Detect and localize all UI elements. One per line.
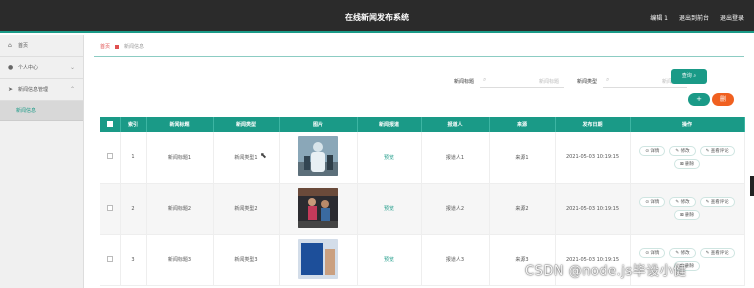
cell-type: 新闻类型1: [213, 132, 280, 184]
user-icon: ●: [8, 64, 14, 71]
scrollbar-marker[interactable]: [750, 176, 754, 196]
breadcrumb: 首页 新闻信息: [100, 43, 144, 50]
row-checkbox[interactable]: [100, 183, 121, 235]
chevron-up-icon: ⌃: [69, 86, 75, 93]
cell-ops: ⊙ 详情 ✎ 修改 ✎ 查看评论 ⊠ 删除: [630, 183, 745, 235]
select-all-checkbox[interactable]: [100, 117, 121, 132]
cell-image: [279, 132, 358, 184]
cell-ops: ⊙ 详情 ✎ 修改 ✎ 查看评论 ⊠ 删除: [630, 132, 745, 184]
mouse-cursor-icon: ⬉: [260, 151, 267, 160]
search-icon: ⌕: [606, 76, 610, 83]
sidebar-item-label: 首页: [18, 43, 29, 49]
column-header: 操作: [630, 117, 745, 132]
edit-button[interactable]: ✎ 修改: [669, 248, 696, 258]
row-checkbox[interactable]: [100, 132, 121, 184]
column-header: 来源: [489, 117, 556, 132]
cell-source: 来源2: [489, 183, 556, 235]
add-button[interactable]: +: [688, 93, 710, 106]
column-header: 新闻标题: [146, 117, 214, 132]
logout-link[interactable]: 退出登录: [720, 13, 744, 22]
breadcrumb-home[interactable]: 首页: [100, 43, 110, 50]
sidebar-item-news-manage[interactable]: ➤ 新闻信息管理 ⌃: [0, 79, 83, 101]
main-content: 首页 新闻信息 新闻标题 ⌕ 新闻标题 新闻类型 ⌕ 新闻类型 查询 ⌕ + 删…: [84, 35, 754, 288]
cell-title: 新闻标题2: [146, 183, 214, 235]
cell-reporter: 报道人2: [421, 183, 490, 235]
home-icon: ⌂: [8, 42, 12, 49]
cell-source: 来源1: [489, 132, 556, 184]
column-header: 发布日期: [555, 117, 631, 132]
title-search-input[interactable]: ⌕ 新闻标题: [480, 74, 565, 88]
app-title: 在线新闻发布系统: [345, 13, 409, 22]
sidebar-subitem-news[interactable]: 新闻信息: [0, 101, 83, 121]
edit-button[interactable]: ✎ 修改: [669, 197, 696, 207]
watermark: CSDN @node.js毕设小健: [525, 264, 687, 279]
sidebar-item-label: 个人中心: [18, 65, 39, 71]
front-link[interactable]: 退出到前台: [679, 13, 709, 22]
detail-button[interactable]: ⊙ 详情: [639, 145, 666, 156]
view-comments-button[interactable]: ✎ 查看评论: [699, 145, 735, 156]
cell-reporter: 报道人1: [421, 132, 490, 184]
table-header-row: 索引 新闻标题 新闻类型 图片 新闻报道 报道人 来源 发布日期 操作: [100, 117, 745, 132]
title-search-placeholder: 新闻标题: [539, 79, 560, 85]
sidebar-item-label: 新闻信息管理: [18, 87, 49, 93]
sidebar-item-home[interactable]: ⌂ 首页: [0, 35, 83, 57]
cell-image: [279, 234, 358, 286]
query-button[interactable]: 查询 ⌕: [671, 69, 707, 84]
detail-button[interactable]: ⊙ 详情: [639, 197, 666, 207]
cell-date: 2021-05-03 10:19:15: [555, 183, 631, 235]
table-row: 2 新闻标题2 新闻类型2 预览 报道人2 来源2 2021-05-03 10:…: [100, 183, 745, 235]
sidebar-item-profile[interactable]: ● 个人中心 ⌄: [0, 57, 83, 79]
breadcrumb-current: 新闻信息: [124, 44, 145, 50]
cell-index: 2: [120, 183, 147, 235]
chevron-down-icon: ⌄: [69, 64, 75, 71]
cell-report-preview[interactable]: 预览: [357, 183, 422, 235]
top-links: 编辑 1 退出到前台 退出登录: [650, 13, 744, 22]
news-image[interactable]: [298, 238, 338, 279]
view-comments-button[interactable]: ✎ 查看评论: [699, 248, 735, 258]
batch-delete-button[interactable]: 删: [712, 93, 734, 106]
delete-button[interactable]: ⊠ 删除: [673, 158, 701, 169]
cell-image: [279, 183, 358, 235]
news-image[interactable]: [298, 136, 338, 177]
cell-type: 新闻类型2: [213, 183, 280, 235]
cell-report-preview[interactable]: 预览: [357, 132, 422, 184]
sidebar: ⌂ 首页 ● 个人中心 ⌄ ➤ 新闻信息管理 ⌃ 新闻信息: [0, 35, 84, 288]
detail-button[interactable]: ⊙ 详情: [639, 248, 666, 258]
user-link[interactable]: 编辑 1: [650, 13, 668, 22]
title-search: 新闻标题 ⌕ 新闻标题: [454, 74, 565, 88]
cell-title: 新闻标题1: [146, 132, 214, 184]
search-icon: ⌕: [693, 73, 697, 79]
breadcrumb-separator: [115, 44, 120, 49]
cell-index: 3: [120, 234, 147, 286]
divider: [94, 56, 744, 57]
news-image[interactable]: [298, 187, 338, 228]
column-header: 新闻报道: [357, 117, 422, 132]
cell-report-preview[interactable]: 预览: [357, 234, 422, 286]
delete-button[interactable]: ⊠ 删除: [673, 210, 701, 220]
title-search-label: 新闻标题: [454, 78, 475, 85]
column-header: 图片: [279, 117, 358, 132]
row-checkbox[interactable]: [100, 234, 121, 286]
send-icon: ➤: [8, 86, 14, 93]
cell-title: 新闻标题3: [146, 234, 214, 286]
column-header: 新闻类型: [213, 117, 280, 132]
type-search-label: 新闻类型: [577, 78, 598, 85]
column-header: 报道人: [421, 117, 490, 132]
view-comments-button[interactable]: ✎ 查看评论: [699, 197, 735, 207]
top-bar: 在线新闻发布系统 编辑 1 退出到前台 退出登录: [0, 0, 754, 33]
query-button-label: 查询: [681, 73, 692, 79]
column-header: 索引: [120, 117, 147, 132]
cell-date: 2021-05-03 10:19:15: [555, 132, 631, 184]
table-row: 1 新闻标题1 新闻类型1 预览 报道人1 来源1 2021-05-03 10:…: [100, 132, 745, 184]
cell-type: 新闻类型3: [213, 234, 280, 286]
search-icon: ⌕: [483, 76, 487, 83]
cell-index: 1: [120, 132, 147, 184]
edit-button[interactable]: ✎ 修改: [669, 145, 696, 156]
cell-reporter: 报道人3: [421, 234, 490, 286]
